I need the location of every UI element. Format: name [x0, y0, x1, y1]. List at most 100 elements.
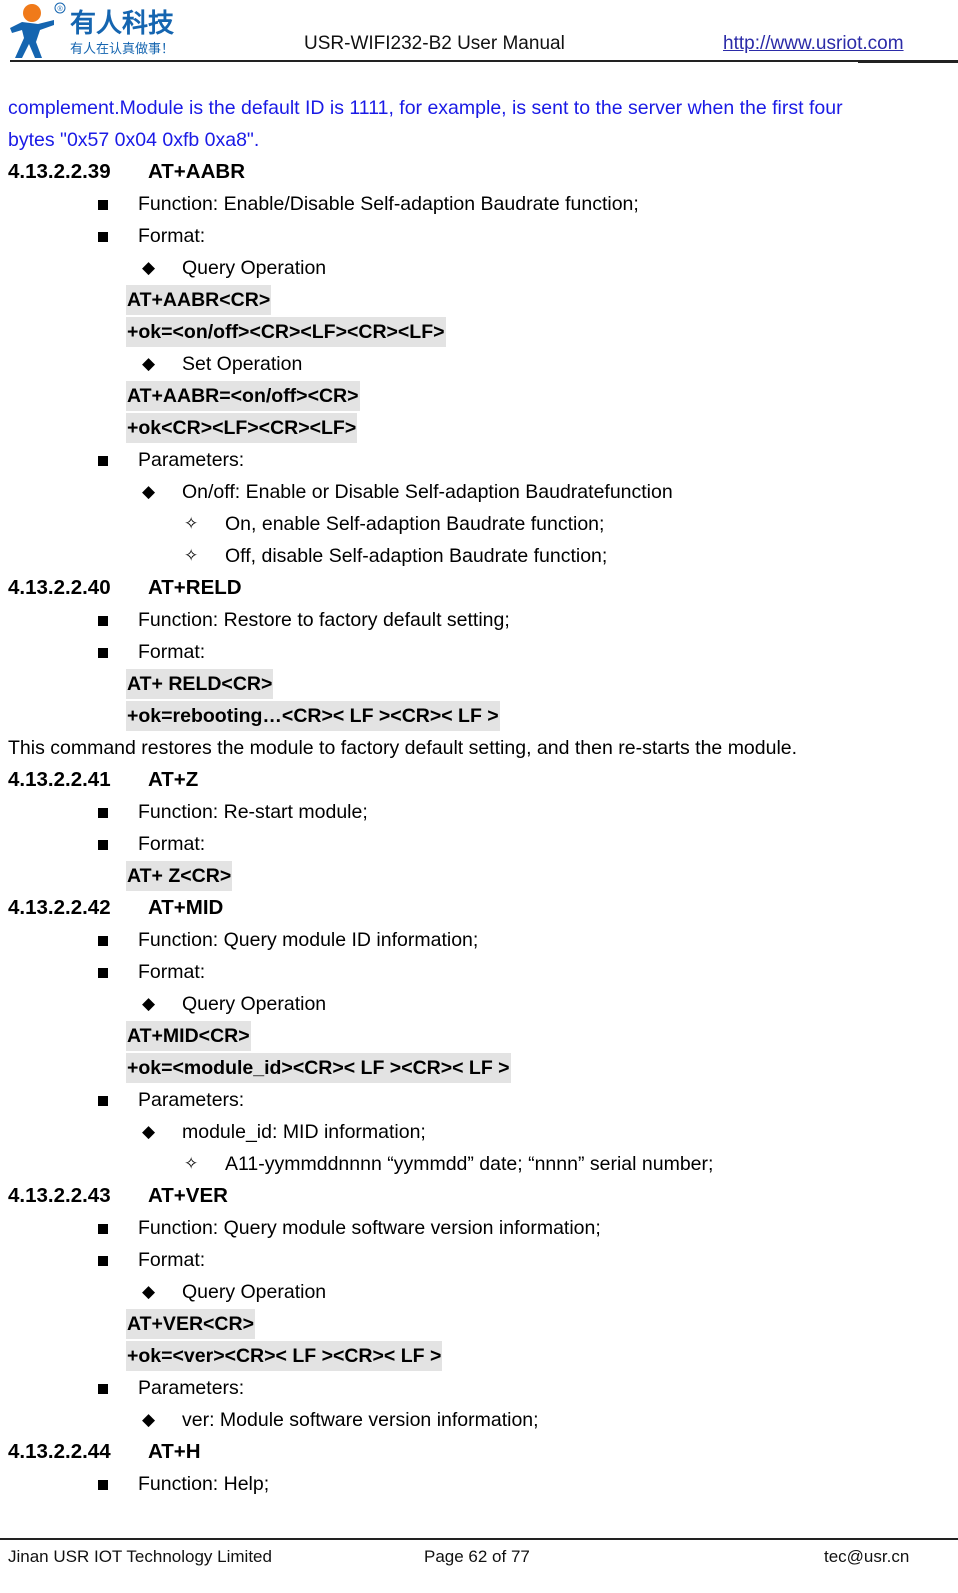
square-bullet-icon	[98, 840, 108, 850]
list-item: Function: Query module ID information;	[0, 924, 958, 956]
logo-brand-name: 有人科技	[70, 9, 174, 39]
section-number: 4.13.2.2.41	[8, 768, 111, 791]
list-item: Function: Restore to factory default set…	[0, 604, 958, 636]
operation-label: Query Operation	[182, 993, 327, 1015]
document-title: USR-WIFI232-B2 User Manual	[304, 33, 565, 54]
code-line: AT+ RELD<CR>	[0, 668, 958, 700]
square-bullet-icon	[98, 808, 108, 818]
parameters-label: Parameters:	[138, 449, 245, 471]
section-command: AT+AABR	[148, 160, 245, 183]
diamond-bullet-icon: ◆	[142, 258, 156, 277]
document-body: complement.Module is the default ID is 1…	[0, 92, 958, 1500]
logo-slogan: 有人在认真做事！	[70, 42, 174, 57]
function-text: Function: Help;	[138, 1473, 270, 1495]
command-code: AT+AABR<CR>	[126, 285, 272, 315]
parameters-label: Parameters:	[138, 1377, 245, 1399]
diamond-bullet-icon: ◆	[142, 354, 156, 373]
format-label: Format:	[138, 225, 206, 247]
footer-divider	[0, 1538, 958, 1540]
square-bullet-icon	[98, 1480, 108, 1490]
operation-label: Query Operation	[182, 1281, 327, 1303]
diamond-bullet-icon: ◆	[142, 1410, 156, 1429]
intro-text-line-1: complement.Module is the default ID is 1…	[8, 97, 843, 119]
format-label: Format:	[138, 833, 206, 855]
parameter-option: On, enable Self-adaption Baudrate functi…	[225, 513, 605, 535]
code-line: +ok=<module_id><CR>< LF ><CR>< LF >	[0, 1052, 958, 1084]
list-item: ◆ ver: Module software version informatio…	[0, 1404, 958, 1436]
list-item: ✧ On, enable Self-adaption Baudrate funct…	[0, 508, 958, 540]
command-code: AT+MID<CR>	[126, 1021, 251, 1051]
list-item: Format:	[0, 828, 958, 860]
square-bullet-icon	[98, 936, 108, 946]
list-item: Format:	[0, 220, 958, 252]
command-code: AT+ RELD<CR>	[126, 669, 274, 699]
section-command: AT+MID	[148, 896, 224, 919]
list-item: Format:	[0, 1244, 958, 1276]
diamond-bullet-icon: ◆	[142, 482, 156, 501]
operation-label: Set Operation	[182, 353, 303, 375]
response-code: +ok=<ver><CR>< LF ><CR>< LF >	[126, 1341, 443, 1371]
star-bullet-icon: ✧	[184, 514, 199, 533]
website-link[interactable]: http://www.usriot.com	[723, 33, 904, 55]
section-command: AT+Z	[148, 768, 199, 791]
code-line: AT+AABR<CR>	[0, 284, 958, 316]
square-bullet-icon	[98, 1096, 108, 1106]
parameter-option: A11-yymmddnnnn “yymmdd” date; “nnnn” ser…	[225, 1153, 714, 1175]
section-number: 4.13.2.2.40	[8, 576, 111, 599]
page-header: ® 有人科技 有人在认真做事！ USR-WIFI232-B2 User Manu…	[0, 0, 958, 64]
section-command: AT+RELD	[148, 576, 242, 599]
footer-company: Jinan USR IOT Technology Limited	[8, 1547, 272, 1566]
section-number: 4.13.2.2.44	[8, 1440, 111, 1463]
section-number: 4.13.2.2.39	[8, 160, 111, 183]
header-divider-accent	[858, 60, 958, 63]
parameter-text: ver: Module software version information…	[182, 1409, 539, 1431]
code-line: +ok=<on/off><CR><LF><CR><LF>	[0, 316, 958, 348]
company-logo: ® 有人科技 有人在认真做事！	[8, 2, 193, 60]
section-heading-z: 4.13.2.2.41 AT+Z	[0, 764, 958, 796]
code-line: +ok=<ver><CR>< LF ><CR>< LF >	[0, 1340, 958, 1372]
parameter-text: On/off: Enable or Disable Self-adaption …	[182, 481, 673, 503]
section-heading-ver: 4.13.2.2.43 AT+VER	[0, 1180, 958, 1212]
function-text: Function: Query module ID information;	[138, 929, 479, 951]
list-item: Function: Query module software version …	[0, 1212, 958, 1244]
format-label: Format:	[138, 641, 206, 663]
code-line: AT+MID<CR>	[0, 1020, 958, 1052]
section-command: AT+H	[148, 1440, 201, 1463]
function-text: Function: Restore to factory default set…	[138, 609, 510, 631]
list-item: Format:	[0, 636, 958, 668]
square-bullet-icon	[98, 1256, 108, 1266]
list-item: ◆ Set Operation	[0, 348, 958, 380]
square-bullet-icon	[98, 200, 108, 210]
response-code: +ok=<module_id><CR>< LF ><CR>< LF >	[126, 1053, 511, 1083]
function-text: Function: Enable/Disable Self-adaption B…	[138, 193, 639, 215]
code-line: +ok=rebooting…<CR>< LF ><CR>< LF >	[0, 700, 958, 732]
footer-page-number: Page 62 of 77	[424, 1547, 530, 1566]
list-item: Function: Help;	[0, 1468, 958, 1500]
response-code: +ok<CR><LF><CR><LF>	[126, 413, 358, 443]
square-bullet-icon	[98, 1384, 108, 1394]
list-item: ◆ Query Operation	[0, 988, 958, 1020]
list-item: ◆ Query Operation	[0, 252, 958, 284]
section-heading-mid: 4.13.2.2.42 AT+MID	[0, 892, 958, 924]
format-label: Format:	[138, 1249, 206, 1271]
square-bullet-icon	[98, 1224, 108, 1234]
diamond-bullet-icon: ◆	[142, 994, 156, 1013]
diamond-bullet-icon: ◆	[142, 1122, 156, 1141]
function-text: Function: Query module software version …	[138, 1217, 601, 1239]
operation-label: Query Operation	[182, 257, 327, 279]
header-divider	[10, 60, 958, 62]
intro-text-line-2: bytes "0x57 0x04 0xfb 0xa8".	[8, 129, 260, 151]
section-number: 4.13.2.2.42	[8, 896, 111, 919]
list-item: Format:	[0, 956, 958, 988]
square-bullet-icon	[98, 232, 108, 242]
function-text: Function: Re-start module;	[138, 801, 368, 823]
section-heading-h: 4.13.2.2.44 AT+H	[0, 1436, 958, 1468]
star-bullet-icon: ✧	[184, 1154, 199, 1173]
section-command: AT+VER	[148, 1184, 228, 1207]
usr-logo-icon: ® 有人科技 有人在认真做事！	[10, 2, 174, 58]
registered-mark: ®	[58, 5, 64, 13]
list-item: ◆ module_id: MID information;	[0, 1116, 958, 1148]
list-item: Function: Re-start module;	[0, 796, 958, 828]
response-code: +ok=<on/off><CR><LF><CR><LF>	[126, 317, 446, 347]
logo-head-icon	[23, 4, 41, 22]
